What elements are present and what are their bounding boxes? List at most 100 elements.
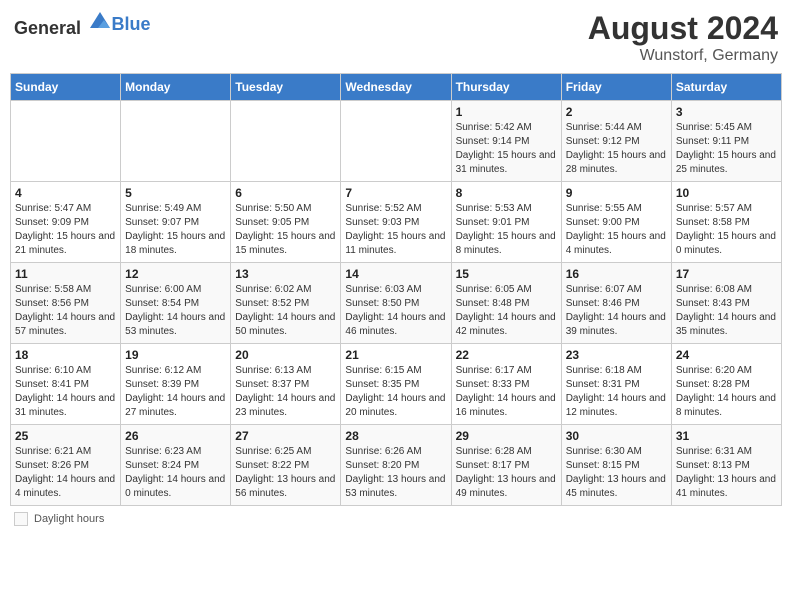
table-row: 5Sunrise: 5:49 AM Sunset: 9:07 PM Daylig…	[121, 182, 231, 263]
table-row: 28 Sunrise: 6:26 AM Sunset: 8:20 PM Dayli…	[341, 425, 451, 506]
table-row	[231, 101, 341, 182]
table-row: 24 Sunrise: 6:20 AM Sunset: 8:28 PM Dayli…	[671, 344, 781, 425]
calendar-week-row: 11 Sunrise: 5:58 AM Sunset: 8:56 PM Dayli…	[11, 263, 782, 344]
col-wednesday: Wednesday	[341, 74, 451, 101]
day-detail: Sunrise: 6:12 AM Sunset: 8:39 PM Dayligh…	[125, 364, 226, 420]
day-number: 23	[566, 348, 667, 362]
day-number: 1	[456, 105, 557, 119]
table-row: 17Sunrise: 6:08 AM Sunset: 8:43 PM Dayli…	[671, 263, 781, 344]
day-number: 6	[235, 186, 336, 200]
col-saturday: Saturday	[671, 74, 781, 101]
day-number: 11	[15, 267, 116, 281]
day-number: 4	[15, 186, 116, 200]
day-detail: Sunrise: 5:57 AM Sunset: 8:58 PM Dayligh…	[676, 202, 777, 258]
day-detail: Sunrise: 6:23 AM Sunset: 8:24 PM Dayligh…	[125, 445, 226, 501]
day-detail: Sunrise: 6:18 AM Sunset: 8:31 PM Dayligh…	[566, 364, 667, 420]
day-detail: Sunrise: 6:31 AM Sunset: 8:13 PM Dayligh…	[676, 445, 777, 501]
day-detail: Sunrise: 5:55 AM Sunset: 9:00 PM Dayligh…	[566, 202, 667, 258]
legend-label: Daylight hours	[34, 513, 104, 525]
day-detail: Sunrise: 5:50 AM Sunset: 9:05 PM Dayligh…	[235, 202, 336, 258]
day-detail: Sunrise: 5:53 AM Sunset: 9:01 PM Dayligh…	[456, 202, 557, 258]
day-number: 22	[456, 348, 557, 362]
day-detail: Sunrise: 6:05 AM Sunset: 8:48 PM Dayligh…	[456, 283, 557, 339]
table-row: 22 Sunrise: 6:17 AM Sunset: 8:33 PM Dayli…	[451, 344, 561, 425]
table-row: 11 Sunrise: 5:58 AM Sunset: 8:56 PM Dayli…	[11, 263, 121, 344]
page-header: General Blue August 2024 Wunstorf, Germa…	[10, 10, 782, 65]
location-subtitle: Wunstorf, Germany	[588, 47, 778, 65]
day-detail: Sunrise: 6:08 AM Sunset: 8:43 PM Dayligh…	[676, 283, 777, 339]
table-row	[121, 101, 231, 182]
legend-row: Daylight hours	[10, 512, 782, 526]
calendar-week-row: 18Sunrise: 6:10 AM Sunset: 8:41 PM Dayli…	[11, 344, 782, 425]
day-detail: Sunrise: 6:10 AM Sunset: 8:41 PM Dayligh…	[15, 364, 116, 420]
day-detail: Sunrise: 6:13 AM Sunset: 8:37 PM Dayligh…	[235, 364, 336, 420]
table-row: 10 Sunrise: 5:57 AM Sunset: 8:58 PM Dayli…	[671, 182, 781, 263]
day-detail: Sunrise: 6:07 AM Sunset: 8:46 PM Dayligh…	[566, 283, 667, 339]
table-row: 12 Sunrise: 6:00 AM Sunset: 8:54 PM Dayli…	[121, 263, 231, 344]
day-detail: Sunrise: 6:21 AM Sunset: 8:26 PM Dayligh…	[15, 445, 116, 501]
day-detail: Sunrise: 6:00 AM Sunset: 8:54 PM Dayligh…	[125, 283, 226, 339]
day-detail: Sunrise: 6:30 AM Sunset: 8:15 PM Dayligh…	[566, 445, 667, 501]
day-number: 9	[566, 186, 667, 200]
day-number: 2	[566, 105, 667, 119]
day-number: 27	[235, 429, 336, 443]
table-row: 1Sunrise: 5:42 AM Sunset: 9:14 PM Daylig…	[451, 101, 561, 182]
day-number: 12	[125, 267, 226, 281]
day-number: 20	[235, 348, 336, 362]
table-row: 30 Sunrise: 6:30 AM Sunset: 8:15 PM Dayli…	[561, 425, 671, 506]
day-detail: Sunrise: 5:44 AM Sunset: 9:12 PM Dayligh…	[566, 121, 667, 177]
day-detail: Sunrise: 5:47 AM Sunset: 9:09 PM Dayligh…	[15, 202, 116, 258]
day-number: 14	[345, 267, 446, 281]
table-row: 27 Sunrise: 6:25 AM Sunset: 8:22 PM Dayli…	[231, 425, 341, 506]
day-number: 19	[125, 348, 226, 362]
day-number: 28	[345, 429, 446, 443]
calendar-week-row: 25 Sunrise: 6:21 AM Sunset: 8:26 PM Dayli…	[11, 425, 782, 506]
calendar-week-row: 4 Sunrise: 5:47 AM Sunset: 9:09 PM Daylig…	[11, 182, 782, 263]
table-row: 18Sunrise: 6:10 AM Sunset: 8:41 PM Dayli…	[11, 344, 121, 425]
col-friday: Friday	[561, 74, 671, 101]
table-row: 16 Sunrise: 6:07 AM Sunset: 8:46 PM Dayli…	[561, 263, 671, 344]
day-number: 24	[676, 348, 777, 362]
calendar-week-row: 1Sunrise: 5:42 AM Sunset: 9:14 PM Daylig…	[11, 101, 782, 182]
col-sunday: Sunday	[11, 74, 121, 101]
day-number: 25	[15, 429, 116, 443]
logo-icon	[88, 10, 112, 34]
day-number: 26	[125, 429, 226, 443]
day-detail: Sunrise: 5:49 AM Sunset: 9:07 PM Dayligh…	[125, 202, 226, 258]
day-number: 30	[566, 429, 667, 443]
table-row: 3Sunrise: 5:45 AM Sunset: 9:11 PM Daylig…	[671, 101, 781, 182]
day-number: 10	[676, 186, 777, 200]
day-header-row: Sunday Monday Tuesday Wednesday Thursday…	[11, 74, 782, 101]
title-block: August 2024 Wunstorf, Germany	[588, 10, 778, 65]
day-number: 13	[235, 267, 336, 281]
table-row: 4 Sunrise: 5:47 AM Sunset: 9:09 PM Daylig…	[11, 182, 121, 263]
table-row: 21Sunrise: 6:15 AM Sunset: 8:35 PM Dayli…	[341, 344, 451, 425]
legend-box	[14, 512, 28, 526]
day-detail: Sunrise: 6:26 AM Sunset: 8:20 PM Dayligh…	[345, 445, 446, 501]
day-number: 3	[676, 105, 777, 119]
table-row: 31Sunrise: 6:31 AM Sunset: 8:13 PM Dayli…	[671, 425, 781, 506]
logo-blue: Blue	[112, 14, 151, 35]
logo: General Blue	[14, 10, 151, 39]
day-detail: Sunrise: 5:52 AM Sunset: 9:03 PM Dayligh…	[345, 202, 446, 258]
table-row: 2 Sunrise: 5:44 AM Sunset: 9:12 PM Daylig…	[561, 101, 671, 182]
day-number: 7	[345, 186, 446, 200]
table-row: 26 Sunrise: 6:23 AM Sunset: 8:24 PM Dayli…	[121, 425, 231, 506]
day-detail: Sunrise: 6:17 AM Sunset: 8:33 PM Dayligh…	[456, 364, 557, 420]
day-detail: Sunrise: 6:15 AM Sunset: 8:35 PM Dayligh…	[345, 364, 446, 420]
day-detail: Sunrise: 6:25 AM Sunset: 8:22 PM Dayligh…	[235, 445, 336, 501]
day-detail: Sunrise: 6:28 AM Sunset: 8:17 PM Dayligh…	[456, 445, 557, 501]
table-row: 25 Sunrise: 6:21 AM Sunset: 8:26 PM Dayli…	[11, 425, 121, 506]
logo-general: General	[14, 18, 81, 38]
day-number: 15	[456, 267, 557, 281]
table-row: 14Sunrise: 6:03 AM Sunset: 8:50 PM Dayli…	[341, 263, 451, 344]
day-detail: Sunrise: 6:20 AM Sunset: 8:28 PM Dayligh…	[676, 364, 777, 420]
day-detail: Sunrise: 5:58 AM Sunset: 8:56 PM Dayligh…	[15, 283, 116, 339]
table-row: 13Sunrise: 6:02 AM Sunset: 8:52 PM Dayli…	[231, 263, 341, 344]
table-row: 6 Sunrise: 5:50 AM Sunset: 9:05 PM Daylig…	[231, 182, 341, 263]
table-row: 8Sunrise: 5:53 AM Sunset: 9:01 PM Daylig…	[451, 182, 561, 263]
table-row: 20 Sunrise: 6:13 AM Sunset: 8:37 PM Dayli…	[231, 344, 341, 425]
day-number: 16	[566, 267, 667, 281]
month-year-title: August 2024	[588, 10, 778, 47]
table-row: 29Sunrise: 6:28 AM Sunset: 8:17 PM Dayli…	[451, 425, 561, 506]
